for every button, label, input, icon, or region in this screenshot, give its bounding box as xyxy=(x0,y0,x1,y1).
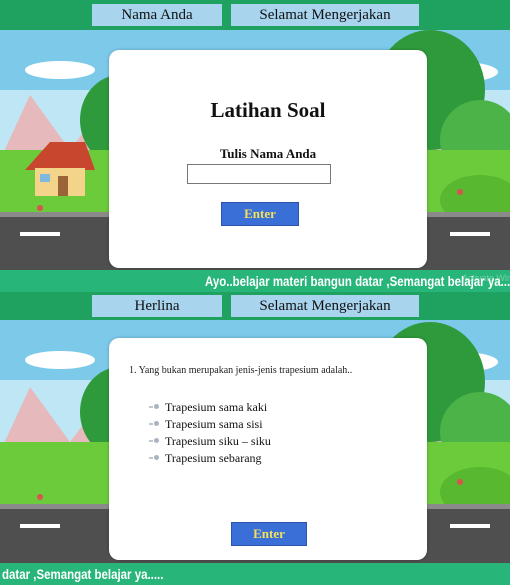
answer-option[interactable]: Trapesium sama kaki xyxy=(149,398,267,416)
user-name-label: Herlina xyxy=(92,295,222,317)
marquee-bar: Ayo..belajar materi bangun datar ,Semang… xyxy=(0,270,510,292)
enter-button[interactable]: Enter xyxy=(231,522,307,546)
option-label: Trapesium sama sisi xyxy=(165,416,263,431)
screen-login: Nama Anda Selamat Mengerjakan Latihan So… xyxy=(0,0,510,292)
activate-windows-watermark: Activate Windows xyxy=(462,273,510,283)
option-label: Trapesium siku – siku xyxy=(165,433,271,448)
answer-option[interactable]: Trapesium sama sisi xyxy=(149,415,263,433)
enter-button[interactable]: Enter xyxy=(221,202,299,226)
radio-button-icon[interactable] xyxy=(149,403,159,411)
greeting-label: Selamat Mengerjakan xyxy=(231,4,419,26)
answer-option[interactable]: Trapesium sebarang xyxy=(149,449,262,467)
marquee-bar: datar ,Semangat belajar ya..... xyxy=(0,563,510,585)
top-bar: Nama Anda Selamat Mengerjakan xyxy=(0,0,510,30)
screen-quiz: Herlina Selamat Mengerjakan 1. Yang buka… xyxy=(0,292,510,585)
question-card: 1. Yang bukan merupakan jenis-jenis trap… xyxy=(109,338,427,560)
top-bar: Herlina Selamat Mengerjakan xyxy=(0,292,510,320)
user-name-label: Nama Anda xyxy=(92,4,222,26)
option-label: Trapesium sebarang xyxy=(165,450,262,465)
radio-button-icon[interactable] xyxy=(149,454,159,462)
question-text: 1. Yang bukan merupakan jenis-jenis trap… xyxy=(129,365,353,376)
radio-button-icon[interactable] xyxy=(149,420,159,428)
login-card: Latihan Soal Tulis Nama Anda Enter xyxy=(109,50,427,268)
page-title: Latihan Soal xyxy=(210,98,326,122)
name-input[interactable] xyxy=(187,164,331,184)
answer-option[interactable]: Trapesium siku – siku xyxy=(149,432,271,450)
name-prompt-label: Tulis Nama Anda xyxy=(219,146,317,161)
radio-button-icon[interactable] xyxy=(149,437,159,445)
greeting-label: Selamat Mengerjakan xyxy=(231,295,419,317)
option-label: Trapesium sama kaki xyxy=(165,399,268,414)
marquee-text: datar ,Semangat belajar ya..... xyxy=(2,566,164,582)
